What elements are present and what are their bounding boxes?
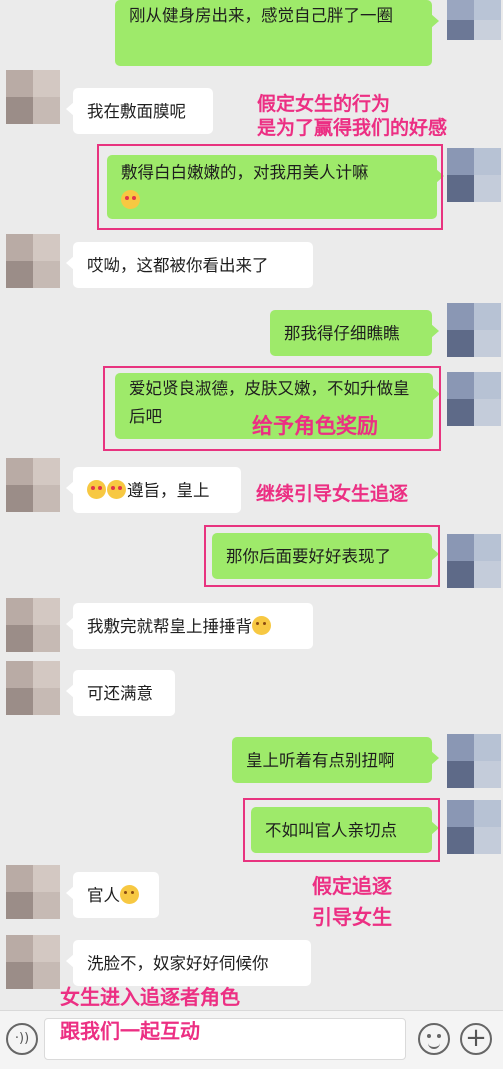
message-text: 刚从健身房出来，感觉自己胖了一圈 xyxy=(129,6,393,25)
message-text: 官人 xyxy=(87,886,120,905)
highlight-frame xyxy=(103,366,441,451)
avatar-self[interactable] xyxy=(447,372,501,426)
avatar-contact[interactable] xyxy=(6,458,60,512)
message-text: 我敷完就帮皇上捶捶背 xyxy=(87,617,252,636)
avatar-self[interactable] xyxy=(447,800,501,854)
emoji-icon[interactable] xyxy=(418,1023,450,1055)
message-bubble-received[interactable]: 洗脸不，奴家好好伺候你 xyxy=(66,940,311,986)
avatar-contact[interactable] xyxy=(6,70,60,124)
avatar-self[interactable] xyxy=(447,0,501,40)
annotation-text: 继续引导女生追逐 xyxy=(256,483,409,505)
highlight-frame xyxy=(204,525,440,587)
avatar-contact[interactable] xyxy=(6,234,60,288)
avatar-self[interactable] xyxy=(447,534,501,588)
avatar-self[interactable] xyxy=(447,148,501,202)
message-text: 那我得仔细瞧瞧 xyxy=(284,324,400,343)
voice-icon[interactable]: ·)) xyxy=(6,1023,38,1055)
message-content: 我敷完就帮皇上捶捶背 xyxy=(87,613,303,641)
message-bubble-sent[interactable]: 刚从健身房出来，感觉自己胖了一圈 xyxy=(115,0,439,66)
message-bubble-sent[interactable]: 皇上听着有点别扭啊 xyxy=(232,737,439,783)
message-bubble-received[interactable]: 哎呦，这都被你看出来了 xyxy=(66,242,313,288)
annotation-text: 女生进入追逐者角色 xyxy=(60,985,240,1009)
message-text: 洗脸不，奴家好好伺候你 xyxy=(87,954,269,973)
avatar-self[interactable] xyxy=(447,734,501,788)
avatar-contact[interactable] xyxy=(6,598,60,652)
thinking-emoji-icon xyxy=(252,616,271,635)
annotation-text: 跟我们一起互动 xyxy=(60,1019,200,1043)
avatar-contact[interactable] xyxy=(6,661,60,715)
message-text: 我在敷面膜呢 xyxy=(87,102,186,121)
annotation-text: 引导女生 xyxy=(312,905,392,929)
avatar-contact[interactable] xyxy=(6,865,60,919)
message-bubble-received[interactable]: 遵旨，皇上 xyxy=(66,467,241,513)
message-text: 哎呦，这都被你看出来了 xyxy=(87,256,269,275)
message-bubble-received[interactable]: 我在敷面膜呢 xyxy=(66,88,213,134)
avatar-contact[interactable] xyxy=(6,935,60,989)
annotation-text: 假定追逐 xyxy=(312,874,392,898)
annotation-text: 是为了赢得我们的好感 xyxy=(257,117,448,139)
message-bubble-sent[interactable]: 那我得仔细瞧瞧 xyxy=(270,310,439,356)
annotation-text: 假定女生的行为 xyxy=(257,93,391,115)
message-bubble-received[interactable]: 我敷完就帮皇上捶捶背 xyxy=(66,603,313,649)
annotation-text: 给予角色奖励 xyxy=(252,414,378,438)
message-text: 遵旨，皇上 xyxy=(127,481,210,500)
message-content: 官人 xyxy=(87,882,149,910)
avatar-self[interactable] xyxy=(447,303,501,357)
flushed-emoji-icon xyxy=(120,885,139,904)
plus-icon[interactable]: + xyxy=(460,1023,492,1055)
message-content: 遵旨，皇上 xyxy=(87,477,231,505)
message-text: 可还满意 xyxy=(87,684,153,703)
heart-eyes-emoji-icon xyxy=(107,480,126,499)
highlight-frame xyxy=(243,798,440,862)
message-bubble-received[interactable]: 可还满意 xyxy=(66,670,175,716)
heart-eyes-emoji-icon xyxy=(87,480,106,499)
highlight-frame xyxy=(97,144,443,230)
message-bubble-received[interactable]: 官人 xyxy=(66,872,159,918)
message-text: 皇上听着有点别扭啊 xyxy=(246,751,395,770)
